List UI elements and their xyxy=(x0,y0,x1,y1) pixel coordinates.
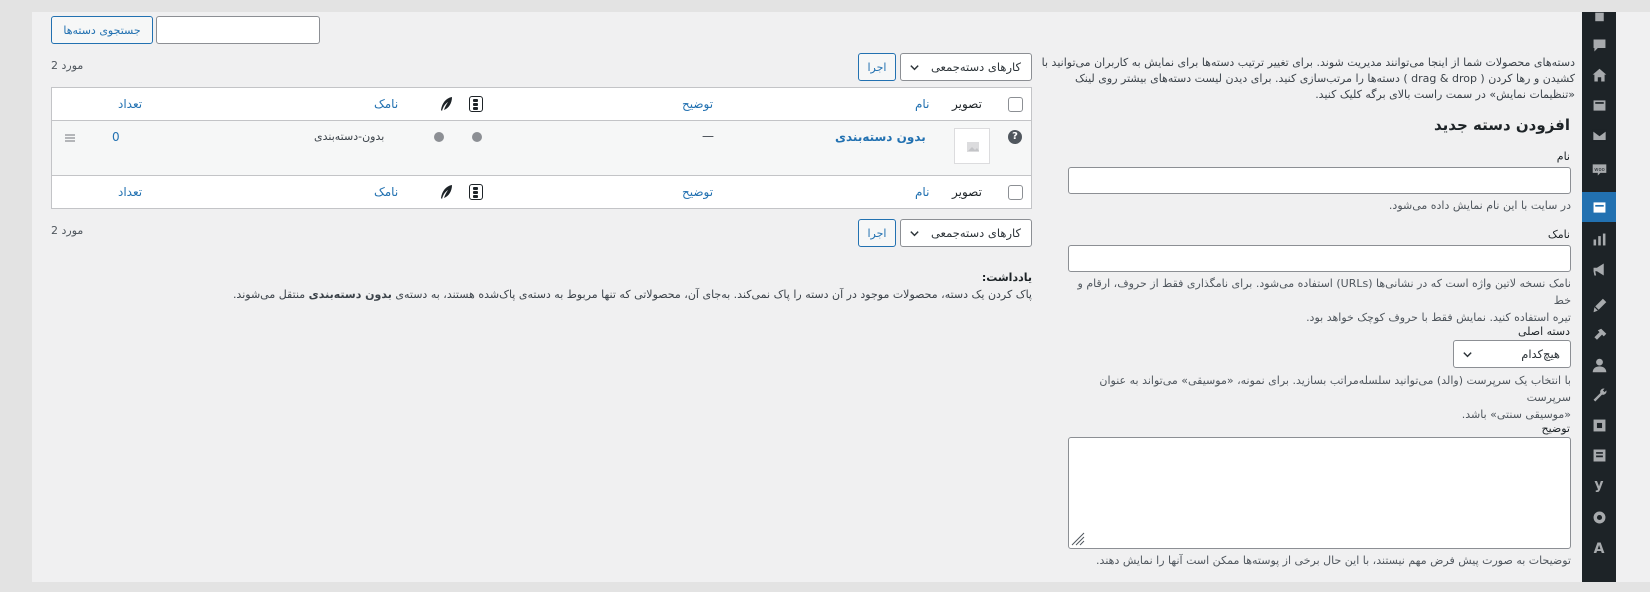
column-slug[interactable]: نامک xyxy=(374,185,398,199)
drag-handle-icon[interactable] xyxy=(64,133,76,143)
column-image: تصویر xyxy=(952,185,982,199)
note-text: پاک کردن یک دسته، محصولات موجود در آن دس… xyxy=(232,288,1032,301)
home-icon[interactable] xyxy=(1582,60,1616,90)
description-textarea[interactable] xyxy=(1068,437,1571,549)
intro-text: دسته‌های محصولات شما از اینجا می‌توانند … xyxy=(1041,56,1575,101)
marketing-icon[interactable] xyxy=(1582,254,1616,284)
category-thumbnail xyxy=(954,128,990,164)
slug-label: نامک xyxy=(1547,228,1570,241)
parent-select-value: هیچ‌کدام xyxy=(1521,347,1560,361)
note-title: یادداشت: xyxy=(981,271,1032,284)
column-description[interactable]: توضیح xyxy=(682,97,713,111)
select-all-checkbox-footer[interactable] xyxy=(1008,185,1023,200)
table-footer: تصویر نام توضیح نامک تعداد xyxy=(52,175,1031,208)
parent-help: با انتخاب یک سرپرست (والد) می‌توانید سلس… xyxy=(1099,374,1571,421)
seo-icon[interactable] xyxy=(1582,440,1616,470)
slug-help: نامک نسخه لاتین واژه است که در نشانی‌ها … xyxy=(1077,277,1571,324)
slug-input[interactable] xyxy=(1068,245,1571,272)
resize-handle-icon[interactable] xyxy=(1071,532,1085,546)
table-header: تصویر نام توضیح نامک تعداد xyxy=(52,88,1031,121)
note-bold: بدون دسته‌بندی xyxy=(308,288,392,301)
status-column-icon xyxy=(469,96,483,112)
feather-icon xyxy=(441,185,452,199)
gear-icon[interactable] xyxy=(1582,502,1616,532)
bulk-actions-label: کارهای دسته‌جمعی xyxy=(930,226,1021,240)
name-input[interactable] xyxy=(1068,167,1571,194)
search-categories-button[interactable]: جستجوی دسته‌ها xyxy=(51,16,153,44)
tools-icon[interactable] xyxy=(1582,380,1616,410)
bulk-actions-select-bottom[interactable]: کارهای دسته‌جمعی xyxy=(900,219,1032,247)
font-icon[interactable]: A xyxy=(1582,534,1616,564)
parent-label: دسته اصلی xyxy=(1517,325,1570,338)
help-icon[interactable]: ? xyxy=(1008,130,1022,144)
feather-icon xyxy=(441,97,452,111)
admin-menu: woo y A xyxy=(1582,12,1616,582)
column-image: تصویر xyxy=(952,97,982,111)
appearance-icon[interactable] xyxy=(1582,290,1616,320)
column-name[interactable]: نام xyxy=(915,185,929,199)
item-count-bottom: 2 مورد xyxy=(51,224,84,237)
comments-icon[interactable] xyxy=(1582,30,1616,60)
scroll-edge xyxy=(1616,12,1650,582)
form-title: افزودن دسته جدید xyxy=(1433,116,1570,134)
name-help: در سایت با این نام نمایش داده می‌شود. xyxy=(1388,199,1571,212)
description-help: توضیحات به صورت پیش فرض مهم نیستند، با ا… xyxy=(1096,554,1571,567)
bulk-actions-label: کارهای دسته‌جمعی xyxy=(930,60,1021,74)
status-dot xyxy=(472,132,482,142)
mail-icon[interactable] xyxy=(1582,120,1616,150)
column-description[interactable]: توضیح xyxy=(682,185,713,199)
parent-select[interactable]: هیچ‌کدام xyxy=(1453,340,1571,368)
name-label: نام xyxy=(1556,150,1570,163)
bulk-actions-select-top[interactable]: کارهای دسته‌جمعی xyxy=(900,53,1032,81)
status-dot xyxy=(434,132,444,142)
category-description: — xyxy=(702,129,714,143)
plugins-icon[interactable] xyxy=(1582,320,1616,350)
chevron-down-icon xyxy=(1463,352,1472,358)
posts-icon[interactable] xyxy=(1582,12,1616,26)
chevron-down-icon xyxy=(910,231,919,237)
yoast-icon[interactable]: y xyxy=(1582,470,1616,500)
analytics-icon[interactable] xyxy=(1582,224,1616,254)
search-input[interactable] xyxy=(156,16,320,44)
category-slug: بدون-دسته‌بندی xyxy=(314,130,385,143)
column-slug[interactable]: نامک xyxy=(374,97,398,111)
media-icon[interactable] xyxy=(1582,90,1616,120)
column-count[interactable]: تعداد xyxy=(118,97,142,111)
category-name-link[interactable]: بدون دسته‌بندی xyxy=(835,130,926,144)
description-label: توضیح xyxy=(1541,422,1570,435)
chevron-down-icon xyxy=(910,65,919,71)
apply-button-bottom[interactable]: اجرا xyxy=(858,219,896,247)
category-count[interactable]: 0 xyxy=(112,130,120,144)
placeholder-image-icon xyxy=(967,142,979,152)
status-column-icon xyxy=(469,184,483,200)
products-icon[interactable] xyxy=(1582,192,1616,222)
apply-button-top[interactable]: اجرا xyxy=(858,53,896,81)
svg-text:woo: woo xyxy=(1594,167,1604,173)
select-all-checkbox[interactable] xyxy=(1008,97,1023,112)
users-icon[interactable] xyxy=(1582,350,1616,380)
column-count[interactable]: تعداد xyxy=(118,185,142,199)
table-row: ? بدون دسته‌بندی — بدون-دسته‌بندی 0 xyxy=(52,121,1031,175)
settings-icon[interactable] xyxy=(1582,410,1616,440)
item-count-top: 2 مورد xyxy=(51,59,84,72)
categories-table: تصویر نام توضیح نامک تعداد ? بدون دسته‌ب… xyxy=(51,87,1032,209)
column-name[interactable]: نام xyxy=(915,97,929,111)
woocommerce-icon[interactable]: woo xyxy=(1582,154,1616,184)
